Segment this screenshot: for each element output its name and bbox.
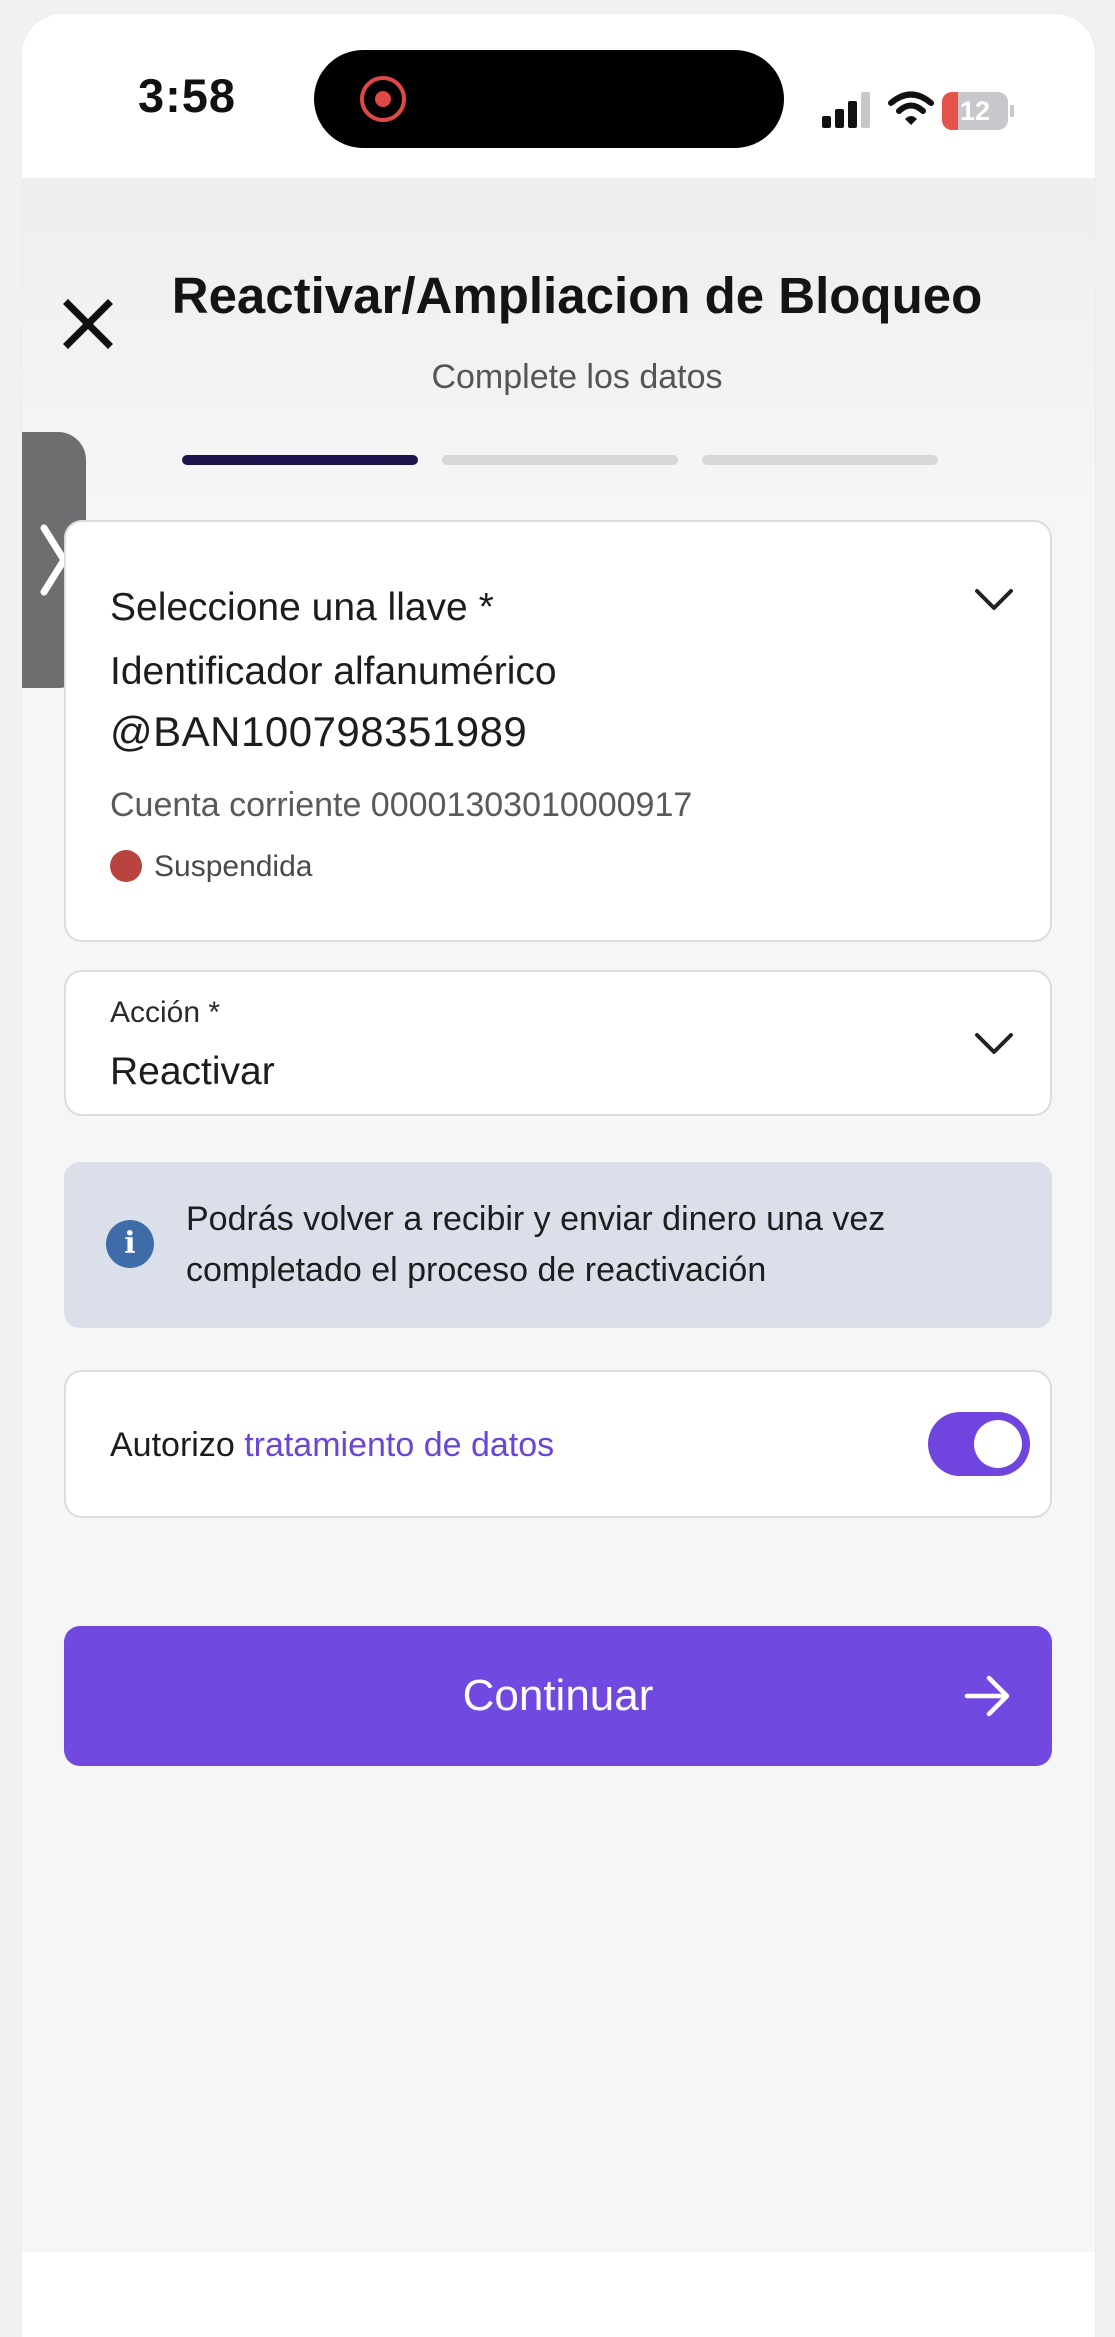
action-select-value: Reactivar xyxy=(110,1050,275,1093)
consent-text: Autorizo tratamiento de datos xyxy=(110,1426,554,1465)
status-time: 3:58 xyxy=(138,69,237,122)
dynamic-island xyxy=(314,50,784,148)
progress-stepper xyxy=(182,455,938,465)
status-bar: 3:58 12 xyxy=(22,14,1095,178)
step-2 xyxy=(442,455,678,465)
app-screen: 3:58 12 Reactivar/Ampliacion de Bloqueo xyxy=(22,14,1095,2337)
step-1 xyxy=(182,455,418,465)
page-subtitle: Complete los datos xyxy=(431,358,723,396)
key-select-label: Seleccione una llave * xyxy=(110,586,494,629)
continue-label: Continuar xyxy=(462,1671,654,1720)
signal-icon xyxy=(822,92,872,128)
key-select-dropdown[interactable]: Seleccione una llave * Identificador alf… xyxy=(64,520,1052,942)
consent-prefix: Autorizo xyxy=(110,1426,245,1464)
page-title: Reactivar/Ampliacion de Bloqueo xyxy=(171,267,983,324)
data-treatment-link[interactable]: tratamiento de datos xyxy=(244,1426,554,1464)
record-indicator-icon xyxy=(360,76,406,122)
key-account: Cuenta corriente 00001303010000917 xyxy=(110,786,693,824)
consent-row: Autorizo tratamiento de datos xyxy=(64,1370,1052,1518)
battery-icon: 12 xyxy=(942,92,1014,130)
chevron-down-icon xyxy=(975,1033,1013,1054)
close-icon[interactable] xyxy=(58,294,118,354)
info-banner: i Podrás volver a recibir y enviar diner… xyxy=(64,1162,1052,1328)
continue-button[interactable]: Continuar xyxy=(64,1626,1052,1766)
key-type: Identificador alfanumérico xyxy=(110,650,557,693)
action-select-dropdown[interactable]: Acción * Reactivar xyxy=(64,970,1052,1116)
key-value: @BAN100798351989 xyxy=(110,708,528,755)
action-select-label: Acción * xyxy=(110,996,221,1029)
header-background xyxy=(22,178,1095,518)
step-3 xyxy=(702,455,938,465)
status-indicator-icon xyxy=(110,850,142,882)
toggle-knob xyxy=(974,1420,1022,1468)
info-icon: i xyxy=(106,1220,154,1268)
chevron-down-icon xyxy=(975,589,1013,610)
bottom-safe-area xyxy=(22,2252,1095,2337)
info-text: Podrás volver a recibir y enviar dinero … xyxy=(186,1200,886,1289)
battery-level: 12 xyxy=(959,96,991,126)
arrow-right-icon xyxy=(964,1675,1010,1717)
consent-toggle[interactable] xyxy=(928,1412,1030,1476)
status-badge: Suspendida xyxy=(154,850,313,883)
wifi-icon xyxy=(888,91,934,125)
